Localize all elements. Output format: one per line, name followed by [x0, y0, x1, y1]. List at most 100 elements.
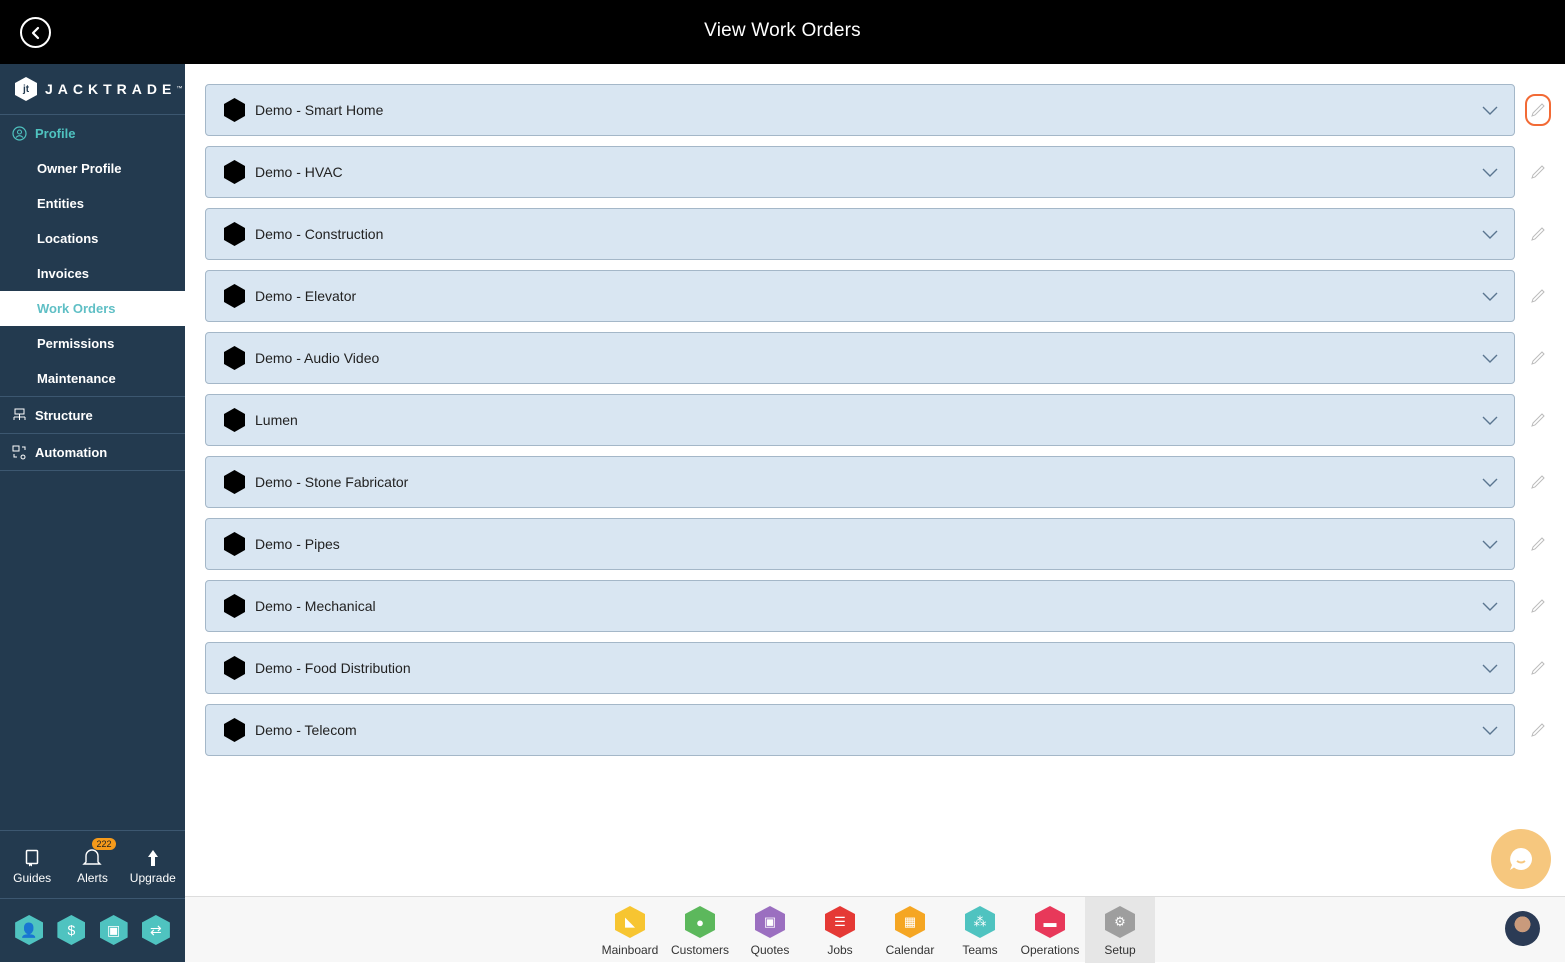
sidebar-section-label: Automation	[35, 444, 108, 460]
app-operations[interactable]: ▬ Operations	[1015, 897, 1085, 963]
app-label: Jobs	[827, 943, 853, 957]
pencil-icon	[1531, 599, 1545, 613]
hexagon-icon	[224, 470, 245, 494]
edit-button[interactable]	[1525, 466, 1551, 498]
edit-button[interactable]	[1525, 404, 1551, 436]
work-order-name: Demo - Food Distribution	[255, 660, 411, 676]
app-label: Mainboard	[601, 943, 659, 957]
edit-button[interactable]	[1525, 342, 1551, 374]
brand-name: JACKTRADE	[45, 81, 177, 97]
money-icon[interactable]: ▣	[99, 915, 128, 945]
chevron-down-icon[interactable]	[1482, 165, 1498, 183]
app-customers[interactable]: ● Customers	[665, 897, 735, 963]
edit-button[interactable]	[1525, 218, 1551, 250]
upgrade-button[interactable]: Upgrade	[125, 845, 181, 898]
edit-button[interactable]	[1525, 528, 1551, 560]
work-order-row[interactable]: Lumen	[205, 394, 1515, 446]
work-order-name: Demo - Audio Video	[255, 350, 380, 366]
divider	[0, 470, 185, 471]
brand-logo[interactable]: jt JACKTRADE ™	[0, 64, 185, 115]
sidebar-section-structure[interactable]: Structure	[0, 397, 185, 433]
work-order-name: Demo - Mechanical	[255, 598, 376, 614]
pencil-icon	[1531, 723, 1545, 737]
alerts-count-badge: 222	[92, 838, 116, 850]
app-calendar[interactable]: ▦ Calendar	[875, 897, 945, 963]
work-order-row[interactable]: Demo - Food Distribution	[205, 642, 1515, 694]
page-title: View Work Orders	[704, 20, 861, 41]
work-order-row[interactable]: Demo - Audio Video	[205, 332, 1515, 384]
app-label: Setup	[1104, 943, 1136, 957]
sidebar: jt JACKTRADE ™ Profile Owner Profile Enti…	[0, 64, 185, 962]
sidebar-item-permissions[interactable]: Permissions	[0, 326, 185, 361]
edit-button[interactable]	[1525, 714, 1551, 746]
sidebar-item-maintenance[interactable]: Maintenance	[0, 361, 185, 396]
chevron-down-icon[interactable]	[1482, 289, 1498, 307]
hexagon-icon	[224, 98, 245, 122]
edit-button[interactable]	[1525, 94, 1551, 126]
user-icon[interactable]: 👤	[15, 915, 44, 945]
app-teams[interactable]: ⁂ Teams	[945, 897, 1015, 963]
alerts-button[interactable]: 222 Alerts	[64, 838, 120, 898]
customers-icon: ●	[685, 906, 715, 938]
mainboard-icon: ◣	[615, 906, 645, 938]
work-order-row[interactable]: Demo - Elevator	[205, 270, 1515, 322]
edit-button[interactable]	[1525, 590, 1551, 622]
work-order-name: Demo - Construction	[255, 226, 384, 242]
sidebar-item-invoices[interactable]: Invoices	[0, 256, 185, 291]
jacktrade-logo-icon: jt	[15, 77, 37, 101]
pencil-icon	[1531, 351, 1545, 365]
dollar-icon[interactable]: $	[57, 915, 86, 945]
work-order-row[interactable]: Demo - Stone Fabricator	[205, 456, 1515, 508]
hexagon-icon	[224, 222, 245, 246]
work-order-row[interactable]: Demo - Mechanical	[205, 580, 1515, 632]
app-jobs[interactable]: ☰ Jobs	[805, 897, 875, 963]
pencil-icon	[1531, 475, 1545, 489]
edit-button[interactable]	[1525, 156, 1551, 188]
bottom-app-bar: ◣ Mainboard ● Customers ▣ Quotes ☰ Jobs ▦ Calenda…	[185, 896, 1565, 963]
work-order-row[interactable]: Demo - Telecom	[205, 704, 1515, 756]
work-order-row[interactable]: Demo - Smart Home	[205, 84, 1515, 136]
app-quotes[interactable]: ▣ Quotes	[735, 897, 805, 963]
sidebar-section-label: Profile	[35, 125, 76, 141]
chevron-down-icon[interactable]	[1482, 413, 1498, 431]
work-order-name: Demo - Telecom	[255, 722, 357, 738]
hexagon-icon	[224, 718, 245, 742]
sidebar-item-locations[interactable]: Locations	[0, 221, 185, 256]
user-circle-icon	[12, 125, 27, 141]
chat-button[interactable]	[1491, 829, 1551, 889]
sidebar-section-automation[interactable]: Automation	[0, 434, 185, 470]
work-order-row[interactable]: Demo - Pipes	[205, 518, 1515, 570]
chevron-down-icon[interactable]	[1482, 661, 1498, 679]
hexagon-icon	[224, 656, 245, 680]
pencil-icon	[1531, 289, 1545, 303]
chevron-down-icon[interactable]	[1482, 351, 1498, 369]
workflow-icon[interactable]: ⇄	[141, 915, 170, 945]
org-structure-icon	[12, 408, 27, 423]
chevron-down-icon[interactable]	[1482, 599, 1498, 617]
sidebar-section-profile[interactable]: Profile	[0, 115, 185, 151]
chevron-down-icon[interactable]	[1482, 723, 1498, 741]
edit-button[interactable]	[1525, 652, 1551, 684]
hexagon-icon	[224, 532, 245, 556]
pencil-icon	[1531, 661, 1545, 675]
sidebar-item-entities[interactable]: Entities	[0, 186, 185, 221]
app-mainboard[interactable]: ◣ Mainboard	[595, 897, 665, 963]
chevron-down-icon[interactable]	[1482, 475, 1498, 493]
jobs-icon: ☰	[825, 906, 855, 938]
setup-icon: ⚙	[1105, 906, 1135, 938]
sidebar-item-work-orders[interactable]: Work Orders	[0, 291, 185, 326]
calendar-icon: ▦	[895, 906, 925, 938]
user-avatar[interactable]	[1505, 911, 1540, 946]
guides-button[interactable]: Guides	[4, 845, 60, 898]
chevron-down-icon[interactable]	[1482, 227, 1498, 245]
sidebar-section-label: Structure	[35, 407, 93, 423]
automation-icon	[12, 445, 27, 460]
sidebar-item-owner-profile[interactable]: Owner Profile	[0, 151, 185, 186]
work-order-row[interactable]: Demo - Construction	[205, 208, 1515, 260]
chevron-down-icon[interactable]	[1482, 537, 1498, 555]
app-setup[interactable]: ⚙ Setup	[1085, 897, 1155, 963]
edit-button[interactable]	[1525, 280, 1551, 312]
teams-icon: ⁂	[965, 906, 995, 938]
chevron-down-icon[interactable]	[1482, 103, 1498, 121]
work-order-row[interactable]: Demo - HVAC	[205, 146, 1515, 198]
